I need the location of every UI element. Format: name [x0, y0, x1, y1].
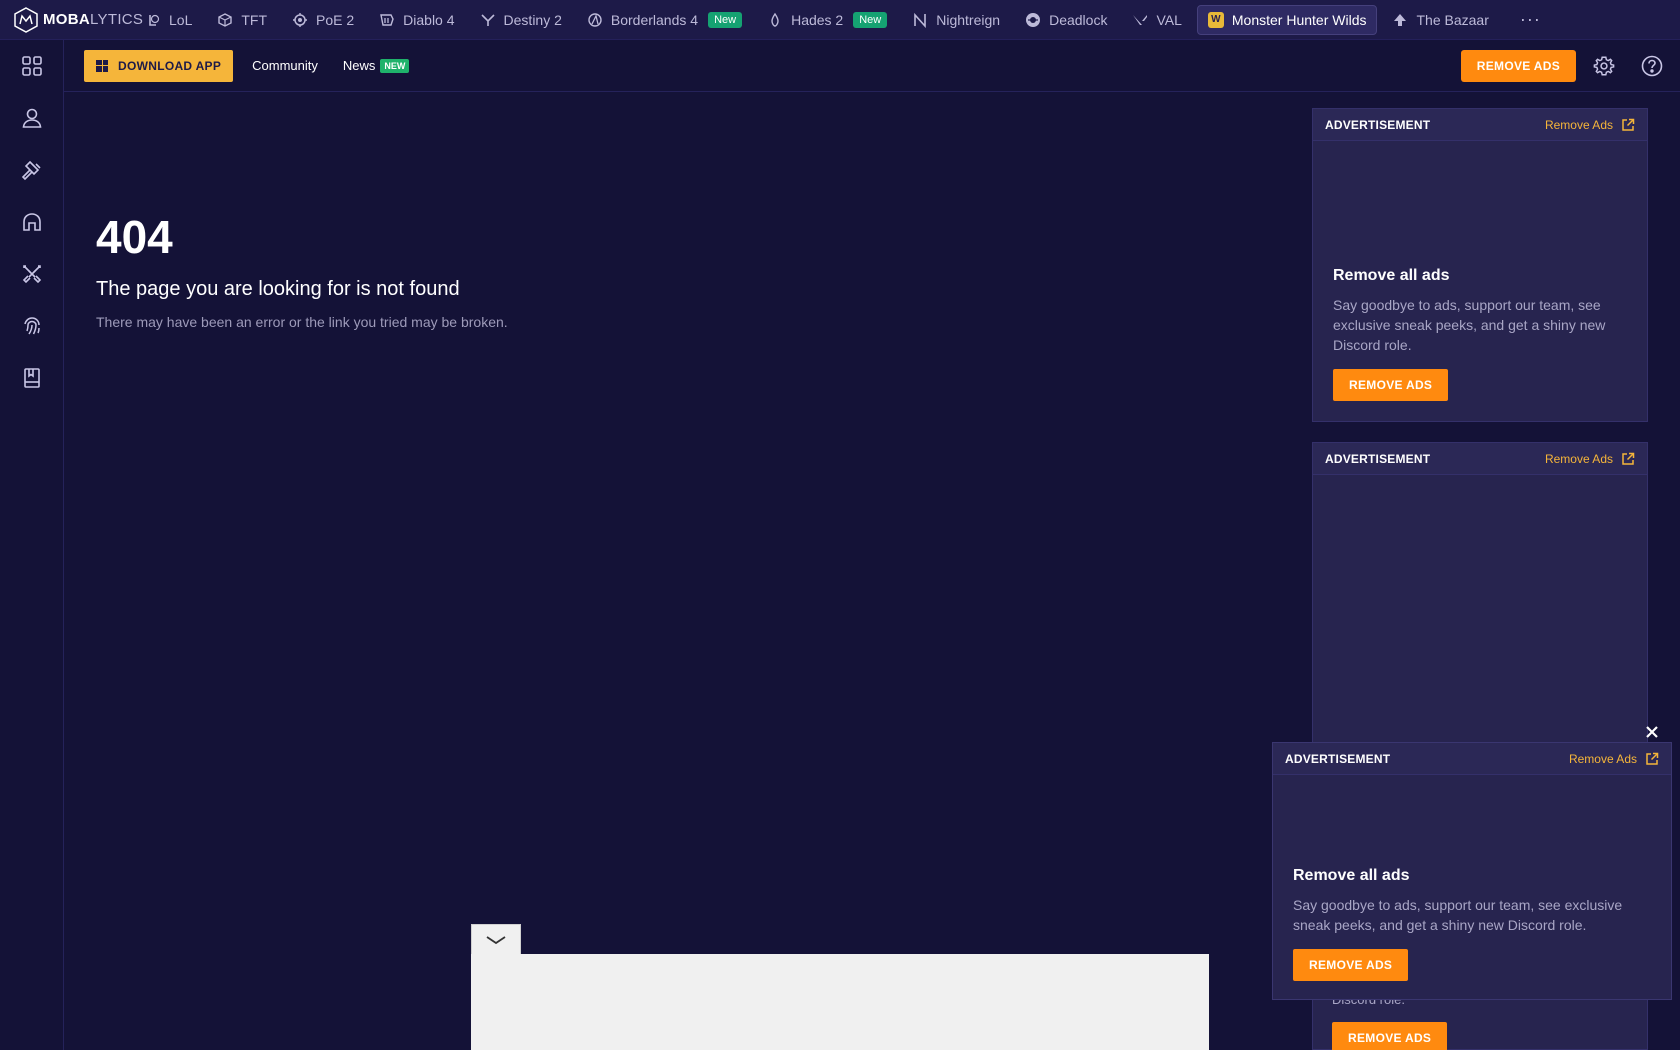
error-title: The page you are looking for is not foun… — [96, 278, 460, 300]
remove-ads-link-label: Remove Ads — [1544, 117, 1613, 132]
game-label: TFT — [241, 11, 268, 28]
weapon-icon[interactable] — [0, 248, 64, 300]
collapse-banner-button[interactable] — [471, 924, 521, 954]
promo-title: Remove all ads — [1293, 867, 1410, 884]
remove-ads-button[interactable]: REMOVE ADS — [1460, 50, 1576, 82]
logo-text-bold: MOBA — [43, 11, 91, 28]
fingerprint-icon[interactable] — [0, 300, 64, 352]
game-label: Nightreign — [936, 11, 1001, 28]
close-icon[interactable] — [1642, 722, 1662, 742]
game-tab-destiny2[interactable]: Destiny 2 — [470, 5, 572, 35]
diablo4-icon — [379, 12, 395, 28]
sticky-advertisement-panel: ADVERTISEMENT Remove Ads Remove all ads … — [1272, 742, 1672, 1000]
promo-text: Say goodbye to ads, support our team, se… — [1333, 297, 1606, 353]
remove-ads-link[interactable]: Remove Ads — [1569, 752, 1659, 766]
advertisement-label: ADVERTISEMENT — [1325, 451, 1431, 466]
bazaar-icon — [1392, 12, 1408, 28]
promo-text: Say goodbye to ads, support our team, se… — [1293, 897, 1623, 933]
top-game-nav: MOBALYTICS LoL TFT PoE 2 Diablo 4 Destin… — [0, 0, 1680, 40]
game-tab-the-bazaar[interactable]: The Bazaar — [1382, 5, 1498, 35]
promo-remove-ads-button[interactable]: REMOVE ADS — [1293, 949, 1409, 981]
game-label: Diablo 4 — [403, 11, 455, 28]
advertisement-panel: ADVERTISEMENT Remove Ads Remove all ads … — [1312, 108, 1648, 422]
news-new-badge: NEW — [380, 58, 410, 73]
bottom-banner-ad — [471, 954, 1209, 1050]
game-label: LoL — [169, 11, 193, 28]
mhw-icon: W — [1207, 11, 1224, 28]
poe2-icon — [292, 12, 308, 28]
borderlands4-icon — [587, 12, 603, 28]
game-tab-valorant[interactable]: VAL — [1122, 5, 1191, 35]
error-code: 404 — [96, 211, 173, 263]
remove-ads-link[interactable]: Remove Ads — [1545, 118, 1635, 132]
windows-icon — [96, 59, 108, 72]
error-subtitle: There may have been an error or the link… — [96, 314, 508, 330]
game-tab-diablo4[interactable]: Diablo 4 — [369, 5, 464, 35]
game-tab-tft[interactable]: TFT — [207, 5, 277, 35]
game-label: Monster Hunter Wilds — [1231, 11, 1367, 28]
builds-icon[interactable] — [0, 144, 64, 196]
mobalytics-logo[interactable]: MOBALYTICS — [0, 0, 143, 40]
remove-ads-link[interactable]: Remove Ads — [1545, 452, 1635, 466]
promo-title: Remove all ads — [1333, 267, 1450, 284]
game-tab-poe2[interactable]: PoE 2 — [282, 5, 364, 35]
game-list: LoL TFT PoE 2 Diablo 4 Destiny 2 Borderl… — [135, 0, 1504, 40]
external-link-icon — [1646, 752, 1659, 765]
advertisement-label: ADVERTISEMENT — [1325, 117, 1431, 132]
mobalytics-logo-icon — [13, 6, 39, 33]
chevron-down-icon — [486, 935, 506, 944]
new-badge: New — [853, 11, 888, 28]
apps-icon[interactable] — [0, 40, 64, 92]
news-link[interactable]: News NEW — [343, 58, 410, 73]
game-label: Hades 2 — [791, 11, 844, 28]
help-question-icon[interactable] — [1640, 54, 1664, 78]
game-label: Borderlands 4 — [610, 11, 699, 28]
community-link[interactable]: Community — [252, 58, 318, 73]
nightreign-icon — [912, 12, 928, 28]
valorant-icon — [1132, 12, 1148, 28]
game-label: Destiny 2 — [503, 11, 562, 28]
download-app-label: DOWNLOAD APP — [118, 58, 222, 73]
advertisement-label: ADVERTISEMENT — [1285, 751, 1391, 766]
game-label: PoE 2 — [316, 11, 355, 28]
game-tab-hades2[interactable]: Hades 2 New — [757, 5, 897, 35]
left-sidebar — [0, 40, 64, 1050]
game-tab-deadlock[interactable]: Deadlock — [1015, 5, 1117, 35]
external-link-icon — [1622, 452, 1635, 465]
game-tab-borderlands4[interactable]: Borderlands 4 New — [577, 5, 752, 35]
promo-remove-ads-button[interactable]: REMOVE ADS — [1332, 1022, 1448, 1050]
game-label: The Bazaar — [1416, 11, 1489, 28]
game-label: VAL — [1156, 11, 1182, 28]
remove-ads-link-label: Remove Ads — [1544, 451, 1613, 466]
game-tab-monster-hunter-wilds[interactable]: W Monster Hunter Wilds — [1196, 4, 1378, 35]
settings-gear-icon[interactable] — [1592, 54, 1616, 78]
tft-icon — [217, 12, 233, 28]
sub-header: DOWNLOAD APP Community News NEW REMOVE A… — [64, 40, 1680, 92]
helmet-icon[interactable] — [0, 196, 64, 248]
game-tab-nightreign[interactable]: Nightreign — [902, 5, 1010, 35]
more-games-icon[interactable]: ··· — [1512, 9, 1549, 30]
external-link-icon — [1622, 118, 1635, 131]
profile-icon[interactable] — [0, 92, 64, 144]
news-label: News — [342, 58, 376, 73]
lol-icon — [145, 12, 161, 28]
promo-remove-ads-button[interactable]: REMOVE ADS — [1333, 369, 1449, 401]
new-badge: New — [708, 11, 743, 28]
download-app-button[interactable]: DOWNLOAD APP — [84, 49, 234, 82]
hades2-icon — [767, 12, 783, 28]
game-label: Deadlock — [1049, 11, 1108, 28]
game-tab-lol[interactable]: LoL — [135, 5, 202, 35]
deadlock-icon — [1025, 12, 1041, 28]
guide-book-icon[interactable] — [0, 352, 64, 404]
remove-ads-link-label: Remove Ads — [1568, 751, 1637, 766]
destiny2-icon — [480, 12, 496, 28]
